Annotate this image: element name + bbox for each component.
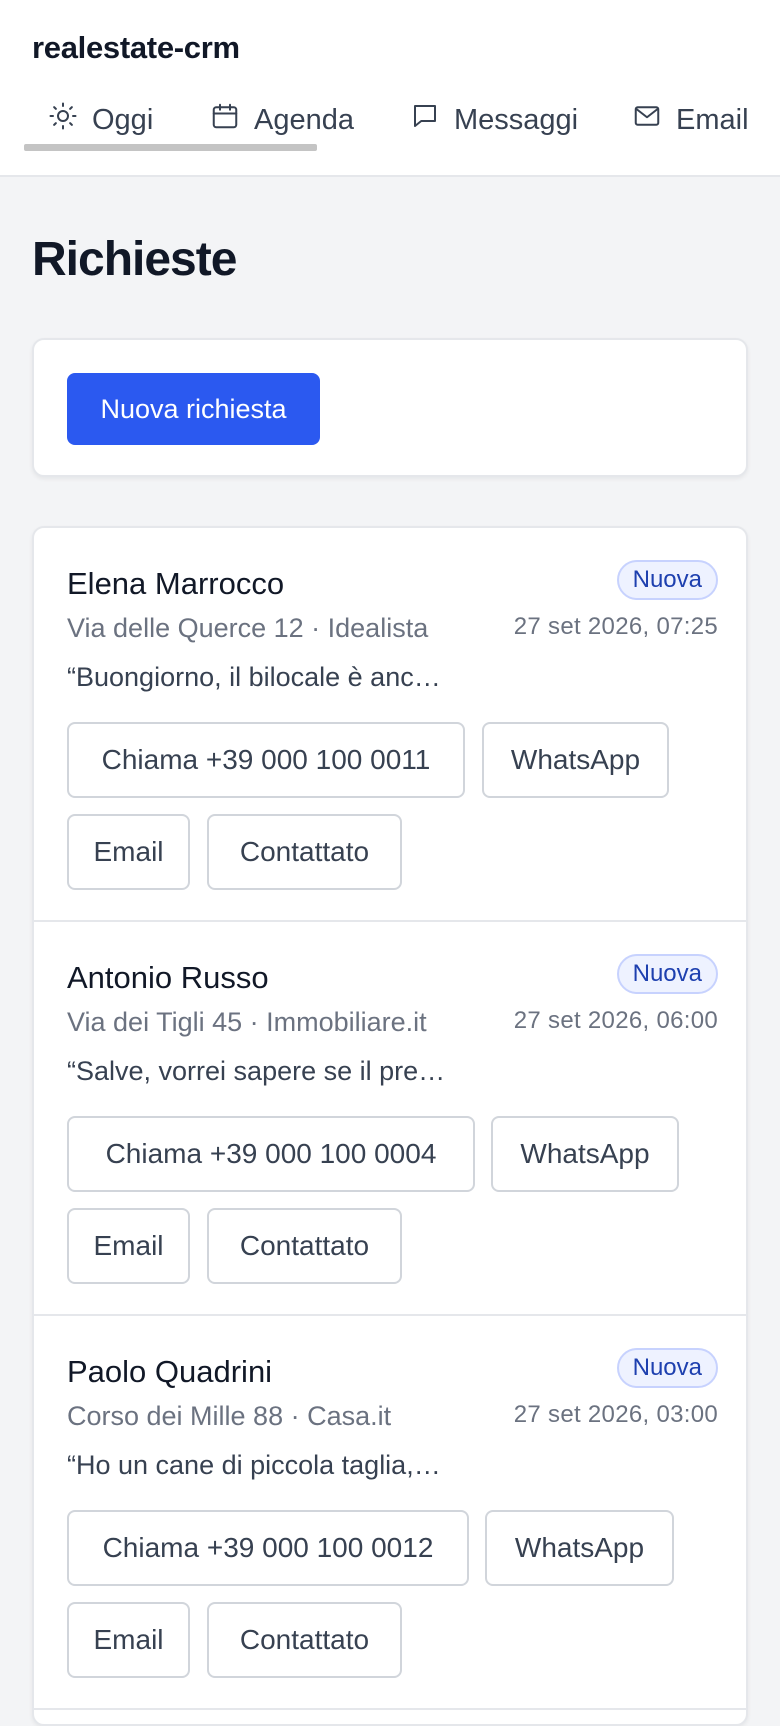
list-item: Elena Marrocco Nuova Via delle Querce 12… — [34, 528, 746, 922]
tab-email[interactable]: Email — [632, 92, 749, 148]
lead-timestamp: 27 set 2026, 03:00 — [513, 1401, 718, 1428]
email-button[interactable]: Email — [67, 814, 190, 890]
lead-message-preview: “Buongiorno, il bilocale è anc… — [67, 662, 441, 692]
requests-list: Elena Marrocco Nuova Via delle Querce 12… — [32, 526, 748, 1726]
tab-label: Oggi — [92, 103, 154, 136]
lead-name: Antonio Russo — [67, 960, 269, 995]
whatsapp-button[interactable]: WhatsApp — [491, 1116, 679, 1192]
status-badge: Nuova — [616, 954, 718, 994]
status-badge: Nuova — [616, 560, 718, 600]
lead-timestamp: 27 set 2026, 07:25 — [513, 613, 718, 640]
tab-label: Messaggi — [454, 103, 579, 136]
list-item: Antonio Russo Nuova Via dei Tigli 45 · I… — [34, 922, 746, 1316]
active-tab-indicator — [24, 144, 317, 151]
lead-message-preview: “Ho un cane di piccola taglia,… — [67, 1450, 441, 1480]
calendar-icon — [210, 101, 240, 139]
status-badge: Nuova — [616, 1348, 718, 1388]
call-button[interactable]: Chiama +39 000 100 0011 — [67, 722, 465, 798]
lead-name: Elena Marrocco — [67, 566, 285, 601]
list-item: Paolo Quadrini Nuova Corso dei Mille 88 … — [34, 1316, 746, 1710]
whatsapp-button[interactable]: WhatsApp — [485, 1510, 674, 1586]
whatsapp-button[interactable]: WhatsApp — [482, 722, 669, 798]
tab-oggi[interactable]: Oggi — [48, 92, 153, 148]
new-request-button[interactable]: Nuova richiesta — [67, 373, 320, 445]
page-title: Richieste — [32, 233, 237, 286]
chat-icon — [410, 101, 440, 139]
lead-property-source: Corso dei Mille 88 · Casa.it — [67, 1401, 392, 1431]
call-button[interactable]: Chiama +39 000 100 0004 — [67, 1116, 475, 1192]
tab-label: Email — [676, 103, 749, 136]
email-button[interactable]: Email — [67, 1208, 190, 1284]
email-button[interactable]: Email — [67, 1602, 190, 1678]
call-button[interactable]: Chiama +39 000 100 0012 — [67, 1510, 469, 1586]
lead-timestamp: 27 set 2026, 06:00 — [513, 1007, 718, 1034]
tab-agenda[interactable]: Agenda — [210, 92, 354, 148]
lead-name: Paolo Quadrini — [67, 1354, 273, 1389]
sun-icon — [48, 101, 78, 139]
lead-message-preview: “Salve, vorrei sapere se il pre… — [67, 1056, 446, 1086]
lead-property-source: Via delle Querce 12 · Idealista — [67, 613, 429, 643]
tab-bar: Oggi Agenda Messaggi Email — [0, 92, 780, 152]
tab-messaggi[interactable]: Messaggi — [410, 92, 578, 148]
contacted-button[interactable]: Contattato — [207, 814, 402, 890]
top-bar: realestate-crm Oggi Agenda Messaggi Emai… — [0, 0, 780, 177]
mail-icon — [632, 101, 662, 139]
app-title: realestate-crm — [32, 30, 240, 65]
contacted-button[interactable]: Contattato — [207, 1602, 402, 1678]
lead-property-source: Via dei Tigli 45 · Immobiliare.it — [67, 1007, 427, 1037]
contacted-button[interactable]: Contattato — [207, 1208, 402, 1284]
tab-label: Agenda — [254, 103, 354, 136]
action-card: Nuova richiesta — [32, 338, 748, 477]
